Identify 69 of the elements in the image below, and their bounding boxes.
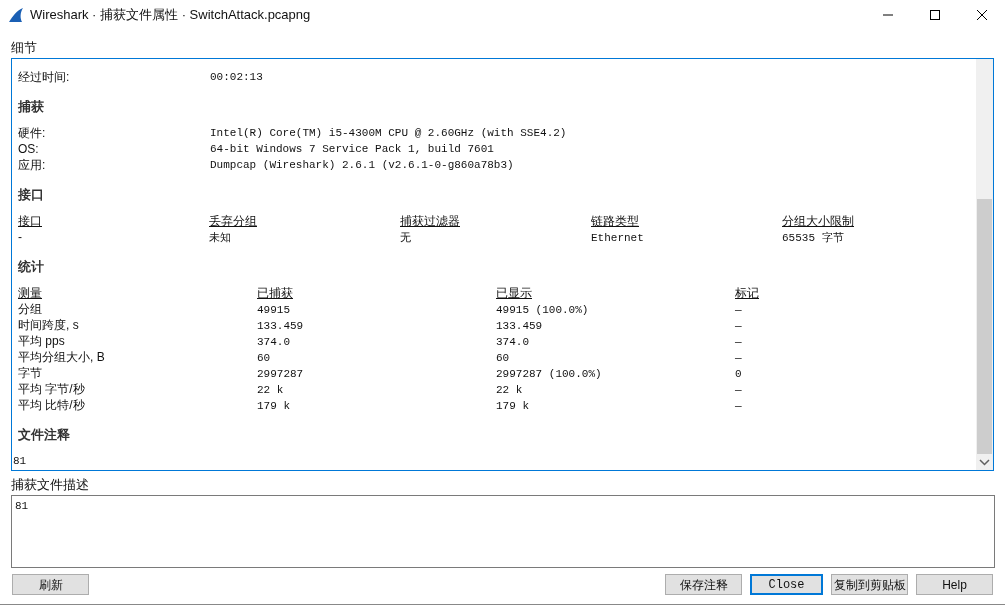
table-cell: 49915 [257, 304, 290, 316]
column-header: 分组大小限制 [782, 214, 854, 228]
section-heading: 接口 [18, 187, 45, 203]
close-icon [976, 10, 987, 20]
table-cell: 平均 pps [18, 334, 65, 348]
dialog-button[interactable]: 复制到剪贴板 [831, 574, 908, 595]
field-value: 00:02:13 [210, 70, 263, 85]
table-cell: 374.0 [496, 336, 529, 348]
table-cell: 0 [735, 368, 742, 380]
table-cell: 374.0 [257, 336, 290, 348]
table-cell: — [735, 384, 742, 396]
table-cell: 未知 [209, 232, 231, 244]
field-label: 经过时间: [18, 69, 71, 85]
table-cell: — [735, 352, 742, 364]
shark-fin-icon [8, 7, 24, 23]
field-label: 硬件: [18, 125, 47, 141]
table-cell: 平均分组大小, B [18, 350, 105, 364]
table-cell: 2997287 [257, 368, 304, 380]
field-value: Intel(R) Core(TM) i5-4300M CPU @ 2.60GHz (with SSE4.2) [210, 126, 567, 141]
table-cell: 平均 字节/秒 [18, 382, 85, 396]
table-cell: 179 k [496, 400, 529, 412]
table-cell: 179 k [257, 400, 290, 412]
column-header: 丢弃分组 [209, 214, 257, 228]
table-cell: — [735, 304, 742, 316]
table-cell: 无 [400, 232, 411, 244]
scrollbar[interactable] [976, 59, 993, 470]
description-label: 捕获文件描述 [11, 476, 90, 494]
column-header: 链路类型 [591, 214, 639, 228]
field-label: 应用: [18, 157, 47, 173]
window-title: Wireshark · 捕获文件属性 · SwitchAttack.pcapng [30, 6, 311, 25]
table-cell: — [735, 400, 742, 412]
section-heading: 捕获 [18, 99, 45, 115]
field-label: OS: [18, 141, 40, 157]
section-label: 细节 [11, 39, 38, 57]
table-cell: 平均 比特/秒 [18, 398, 85, 412]
maximize-icon [929, 10, 940, 20]
dialog-button[interactable]: Help [916, 574, 993, 595]
table-cell: 字节 [18, 366, 42, 380]
table-cell: 49915 (100.0%) [496, 304, 589, 316]
column-header: 已捕获 [257, 286, 293, 300]
table-cell: — [735, 320, 742, 332]
scrollbar-thumb[interactable] [977, 199, 992, 454]
comment-text: 81 [13, 454, 28, 469]
table-cell: 2997287 (100.0%) [496, 368, 602, 380]
column-header: 接口 [18, 214, 42, 228]
column-header: 测量 [18, 286, 42, 300]
dialog-button[interactable]: 刷新 [12, 574, 89, 595]
table-cell: 时间跨度, s [18, 318, 79, 332]
table-cell: — [735, 336, 742, 348]
table-cell: 60 [496, 352, 510, 364]
column-header: 捕获过滤器 [400, 214, 460, 228]
section-heading: 文件注释 [18, 427, 71, 443]
table-cell: 65535 字节 [782, 232, 844, 244]
table-cell: Ethernet [591, 232, 644, 244]
table-cell: 133.459 [496, 320, 543, 332]
column-header: 标记 [735, 286, 759, 300]
table-cell: 133.459 [257, 320, 304, 332]
section-heading: 统计 [18, 259, 45, 275]
table-cell: 22 k [257, 384, 284, 396]
field-value: 64-bit Windows 7 Service Pack 1, build 7601 [210, 142, 494, 157]
description-field[interactable]: 81 [11, 495, 995, 568]
table-cell: 22 k [496, 384, 523, 396]
column-header: 已显示 [496, 286, 532, 300]
field-value: Dumpcap (Wireshark) 2.6.1 (v2.6.1-0-g860a78b3) [210, 158, 514, 173]
table-cell: 分组 [18, 302, 42, 316]
table-cell: - [18, 230, 22, 244]
table-cell: 60 [257, 352, 271, 364]
dialog-button[interactable]: Close [750, 574, 823, 595]
dialog-button[interactable]: 保存注释 [665, 574, 742, 595]
